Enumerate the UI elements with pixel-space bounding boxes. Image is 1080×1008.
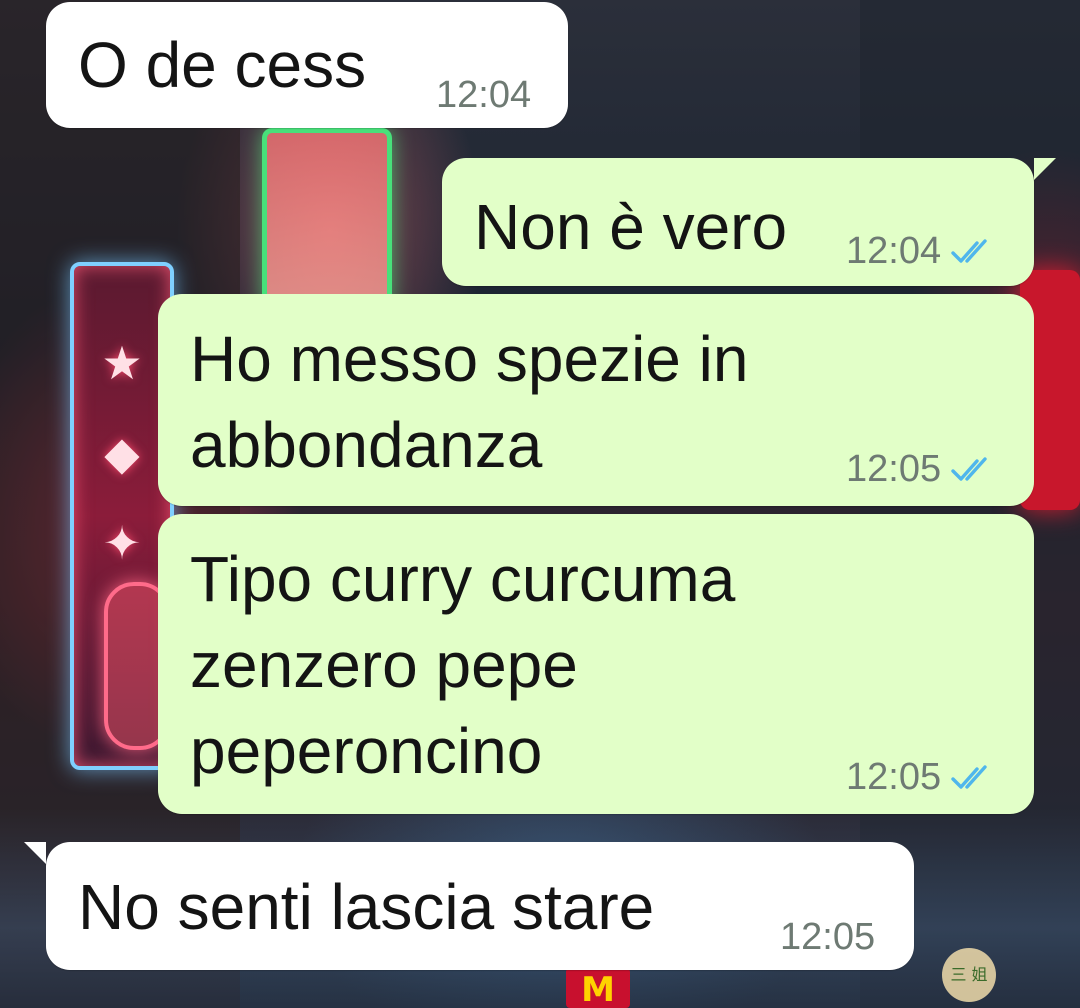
message-text: No senti lascia stare <box>78 871 655 943</box>
message-timestamp: 12:05 <box>780 916 876 958</box>
message-timestamp: 12:04 <box>436 74 532 116</box>
message-timestamp: 12:05 <box>846 756 942 798</box>
message-text: Tipo curry curcuma zenzero pepe peperonc… <box>190 543 736 787</box>
message-text: Ho messo spezie in abbondanza <box>190 323 749 481</box>
message-meta: 12:05 <box>846 756 995 799</box>
bubble-tail <box>24 842 46 864</box>
double-check-read-icon <box>951 764 987 789</box>
neon-sign-green <box>262 128 392 308</box>
double-check-read-icon <box>951 238 987 263</box>
watermark-logo: 三 姐 <box>942 948 996 1002</box>
message-text: O de cess <box>78 29 367 101</box>
mcdonalds-sign: M <box>566 968 630 1008</box>
message-bubble-outgoing[interactable]: Tipo curry curcuma zenzero pepe peperonc… <box>158 514 1034 814</box>
message-timestamp: 12:05 <box>846 448 942 490</box>
message-bubble-incoming[interactable]: O de cess 12:04 <box>46 2 568 128</box>
message-bubble-outgoing[interactable]: Non è vero 12:04 <box>442 158 1034 286</box>
message-bubble-outgoing[interactable]: Ho messo spezie in abbondanza 12:05 <box>158 294 1034 506</box>
message-meta: 12:04 <box>846 230 995 273</box>
message-timestamp: 12:04 <box>846 230 942 272</box>
message-text: Non è vero <box>474 191 788 263</box>
message-meta: 12:05 <box>846 448 995 491</box>
double-check-read-icon <box>951 456 987 481</box>
message-bubble-incoming[interactable]: No senti lascia stare 12:05 <box>46 842 914 970</box>
bubble-tail <box>1034 158 1056 180</box>
